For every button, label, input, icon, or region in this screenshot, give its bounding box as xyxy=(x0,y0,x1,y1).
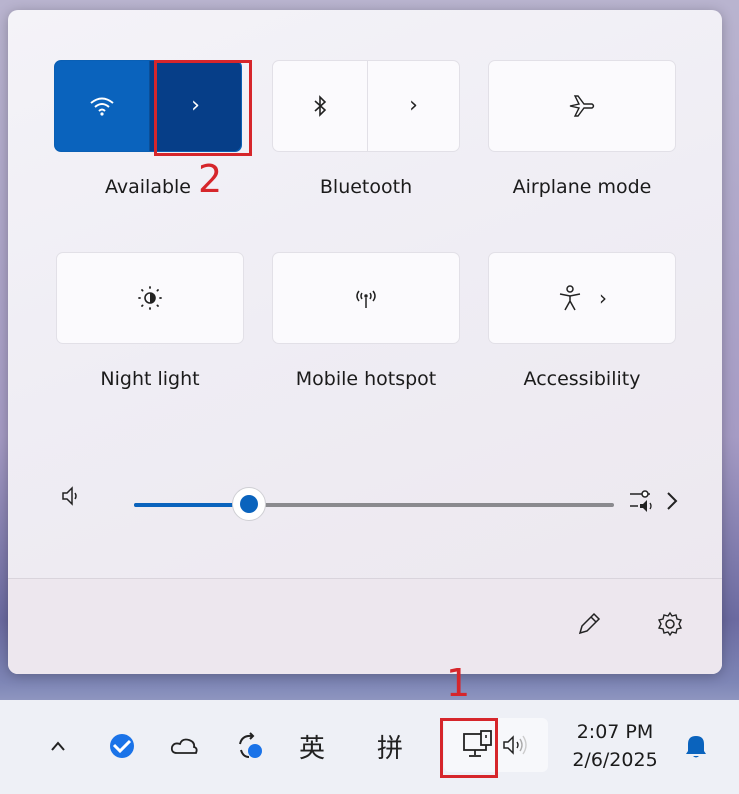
clock-date: 2/6/2025 xyxy=(572,749,658,771)
ime-mode-indicator[interactable]: 拼 xyxy=(370,724,410,768)
airplane-icon xyxy=(569,95,595,117)
volume-icon xyxy=(503,735,527,755)
bell-icon xyxy=(686,736,706,758)
accessibility-tile[interactable]: › xyxy=(488,252,676,344)
accessibility-icon xyxy=(559,285,581,311)
onedrive-button[interactable] xyxy=(164,726,204,766)
mobile-hotspot-tile[interactable] xyxy=(272,252,460,344)
chevron-right-icon: › xyxy=(599,286,607,310)
night-light-tile[interactable] xyxy=(56,252,244,344)
volume-slider-thumb[interactable] xyxy=(232,487,267,521)
quick-settings-panel: › › Available Bluetooth Airplane mode › … xyxy=(8,10,722,674)
sync-icon xyxy=(239,732,262,758)
bluetooth-tile: › xyxy=(272,60,460,152)
annotation-box-2 xyxy=(154,60,252,156)
cloud-icon xyxy=(170,738,198,754)
mobile-hotspot-tile-label: Mobile hotspot xyxy=(295,368,437,390)
speaker-icon[interactable] xyxy=(60,484,82,508)
volume-slider-track[interactable] xyxy=(134,503,614,507)
wifi-icon xyxy=(90,97,114,116)
app-logo-icon xyxy=(110,734,134,758)
quick-settings-footer xyxy=(8,578,722,674)
bluetooth-tile-label: Bluetooth xyxy=(319,176,413,198)
annotation-box-1 xyxy=(440,718,498,778)
audio-output-icon[interactable] xyxy=(628,486,688,516)
gear-icon[interactable] xyxy=(656,610,684,638)
bluetooth-expand-button[interactable]: › xyxy=(368,61,459,151)
pencil-icon[interactable] xyxy=(576,611,602,637)
notifications-button[interactable] xyxy=(676,726,716,766)
bluetooth-toggle-button[interactable] xyxy=(273,61,368,151)
clock-time: 2:07 PM xyxy=(576,721,654,743)
night-light-tile-label: Night light xyxy=(100,368,200,390)
ime-language-indicator[interactable]: 英 xyxy=(292,724,332,768)
show-hidden-icons-button[interactable] xyxy=(40,728,76,764)
accessibility-tile-label: Accessibility xyxy=(523,368,641,390)
annotation-number-1: 1 xyxy=(446,661,471,705)
slider-thumb-dot xyxy=(240,495,259,513)
bluetooth-icon xyxy=(314,95,327,117)
tray-app-button[interactable] xyxy=(102,726,142,766)
brightness-icon xyxy=(138,286,162,310)
sync-app-button[interactable] xyxy=(230,724,270,768)
chevron-right-icon: › xyxy=(409,93,418,118)
taskbar-clock[interactable]: 2:07 PM 2/6/2025 xyxy=(560,718,670,774)
annotation-number-2: 2 xyxy=(198,157,223,201)
hotspot-icon xyxy=(356,290,376,308)
wifi-toggle-button[interactable] xyxy=(55,61,150,151)
airplane-mode-tile-label: Airplane mode xyxy=(512,176,652,198)
airplane-mode-tile[interactable] xyxy=(488,60,676,152)
chevron-up-icon xyxy=(51,741,65,751)
